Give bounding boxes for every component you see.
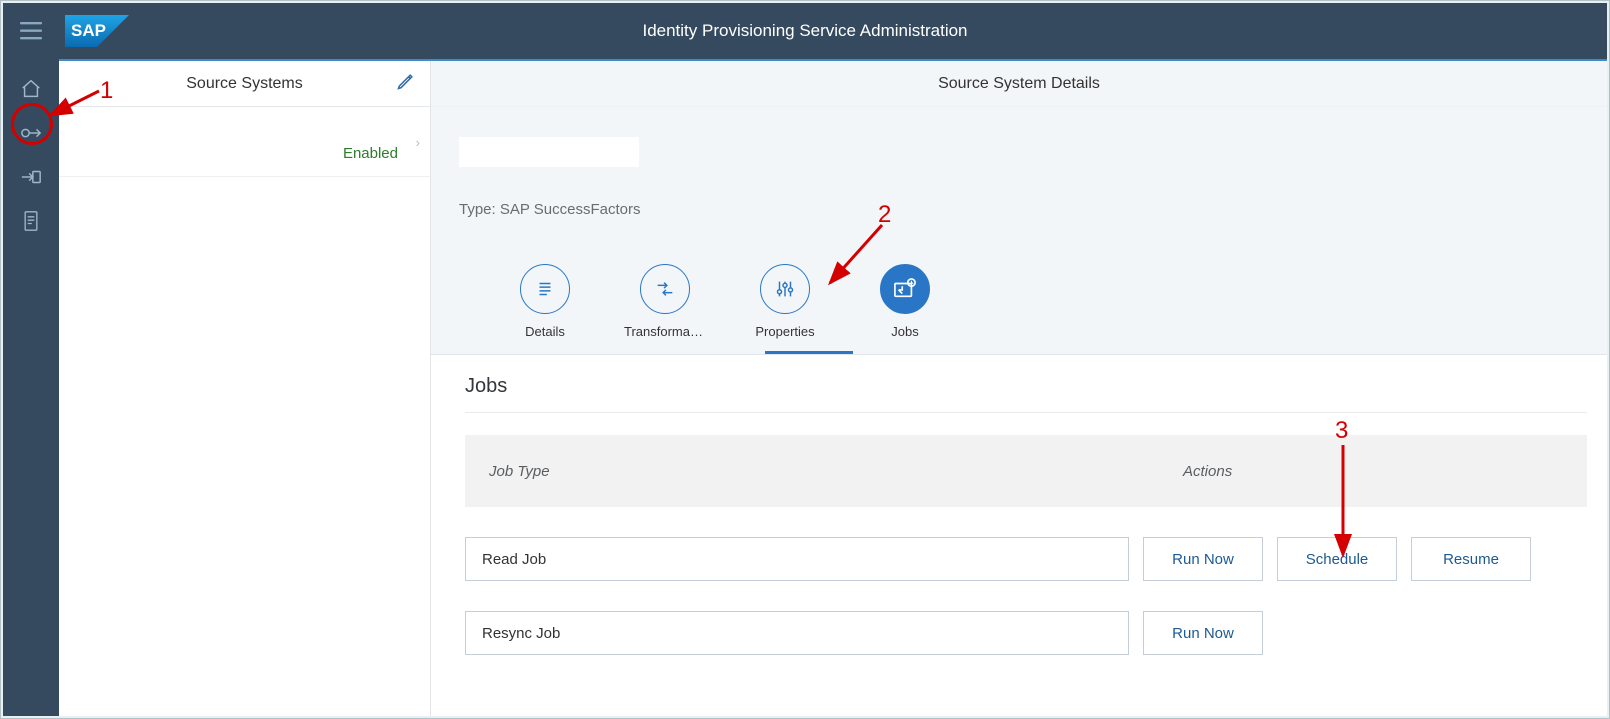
transformation-icon xyxy=(640,264,690,314)
edit-icon[interactable] xyxy=(396,71,416,96)
job-name: Read Job xyxy=(465,537,1129,581)
app-title: Identity Provisioning Service Administra… xyxy=(3,21,1607,41)
details-icon xyxy=(520,264,570,314)
properties-icon xyxy=(760,264,810,314)
resume-button[interactable]: Resume xyxy=(1411,537,1531,581)
jobs-section-title: Jobs xyxy=(465,375,1587,398)
schedule-button[interactable]: Schedule xyxy=(1277,537,1397,581)
tab-jobs[interactable]: Jobs xyxy=(869,264,941,339)
tab-details[interactable]: Details xyxy=(509,264,581,339)
tab-label: Details xyxy=(525,324,565,339)
source-system-list-item[interactable]: Enabled › xyxy=(59,107,430,177)
tab-transformation[interactable]: Transformati… xyxy=(629,264,701,339)
source-systems-list-panel: Source Systems Enabled › xyxy=(59,61,431,716)
nav-logs-icon[interactable] xyxy=(3,199,59,243)
active-tab-underline xyxy=(765,351,853,354)
jobs-section: Jobs Job Type Actions Read Job Run Now S… xyxy=(431,355,1607,716)
list-title-label: Source Systems xyxy=(186,75,302,93)
jobs-table-header: Job Type Actions xyxy=(465,435,1587,507)
column-header-actions: Actions xyxy=(1183,463,1563,480)
sap-logo: SAP xyxy=(65,15,129,47)
top-header: SAP Identity Provisioning Service Admini… xyxy=(3,3,1607,59)
job-name: Resync Job xyxy=(465,611,1129,655)
system-type-label: Type: SAP SuccessFactors xyxy=(459,201,1579,218)
source-system-details-panel: Source System Details Type: SAP SuccessF… xyxy=(431,61,1607,716)
column-header-job-type: Job Type xyxy=(489,463,1183,480)
nav-source-systems-icon[interactable] xyxy=(3,111,59,155)
hamburger-menu-icon[interactable] xyxy=(3,3,59,59)
tab-label: Jobs xyxy=(891,324,918,339)
tab-properties[interactable]: Properties xyxy=(749,264,821,339)
nav-home-icon[interactable] xyxy=(3,67,59,111)
job-row: Resync Job Run Now xyxy=(465,611,1587,655)
jobs-icon xyxy=(880,264,930,314)
nav-target-systems-icon[interactable] xyxy=(3,155,59,199)
tabs: Details Transformati… xyxy=(459,218,1579,339)
details-title: Source System Details xyxy=(431,61,1607,107)
job-row: Read Job Run Now Schedule Resume xyxy=(465,537,1587,581)
chevron-right-icon: › xyxy=(416,135,420,150)
tab-label: Transformati… xyxy=(624,324,706,339)
left-navigation-rail xyxy=(3,59,59,716)
tab-label: Properties xyxy=(755,324,814,339)
run-now-button[interactable]: Run Now xyxy=(1143,611,1263,655)
run-now-button[interactable]: Run Now xyxy=(1143,537,1263,581)
list-title: Source Systems xyxy=(59,61,430,107)
system-status-label: Enabled xyxy=(343,145,398,162)
svg-text:SAP: SAP xyxy=(71,21,106,40)
